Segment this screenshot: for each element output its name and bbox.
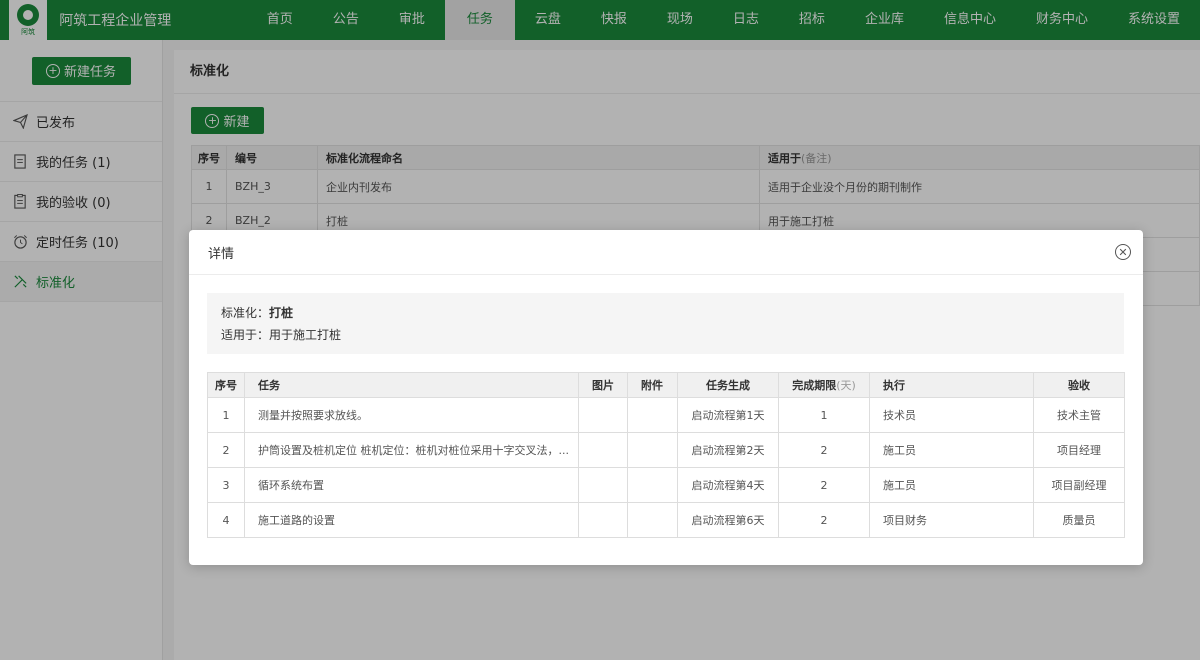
detail-row-acceptance: 项目经理 — [1033, 432, 1125, 468]
detail-row-image — [578, 502, 628, 538]
detail-modal: 详情 ✕ 标准化：打桩 适用于：用于施工打桩 序号 任务 图片 附件 任务生成 … — [189, 230, 1143, 565]
detail-row-image — [578, 432, 628, 468]
info-apply-value: 用于施工打桩 — [269, 328, 342, 342]
detail-table-row[interactable]: 3 循环系统布置 启动流程第4天 2 施工员 项目副经理 — [207, 467, 1125, 503]
detail-row-seq: 2 — [207, 432, 245, 468]
detail-row-generate: 启动流程第4天 — [677, 467, 779, 503]
detail-row-deadline: 1 — [778, 397, 870, 433]
detail-header-attachment: 附件 — [627, 372, 678, 398]
modal-header: 详情 ✕ — [189, 230, 1143, 275]
detail-row-acceptance: 项目副经理 — [1033, 467, 1125, 503]
detail-row-seq: 1 — [207, 397, 245, 433]
detail-row-generate: 启动流程第2天 — [677, 432, 779, 468]
detail-row-deadline: 2 — [778, 432, 870, 468]
detail-row-acceptance: 技术主管 — [1033, 397, 1125, 433]
detail-row-deadline: 2 — [778, 467, 870, 503]
detail-header-executor: 执行 — [869, 372, 1034, 398]
detail-row-seq: 4 — [207, 502, 245, 538]
detail-row-attachment — [627, 432, 678, 468]
detail-row-seq: 3 — [207, 467, 245, 503]
detail-table-row[interactable]: 2 护筒设置及桩机定位 桩机定位：桩机对桩位采用十字交叉法，... 启动流程第2… — [207, 432, 1125, 468]
detail-header-deadline-unit: (天) — [836, 379, 856, 392]
detail-row-attachment — [627, 467, 678, 503]
detail-header-row: 序号 任务 图片 附件 任务生成 完成期限(天) 执行 验收 — [207, 372, 1125, 398]
detail-row-acceptance: 质量员 — [1033, 502, 1125, 538]
info-standard-row: 标准化：打桩 — [221, 302, 1110, 324]
detail-header-deadline: 完成期限(天) — [778, 372, 870, 398]
detail-table-row[interactable]: 1 测量并按照要求放线。 启动流程第1天 1 技术员 技术主管 — [207, 397, 1125, 433]
detail-header-image: 图片 — [578, 372, 628, 398]
info-standard-value: 打桩 — [269, 306, 294, 320]
close-icon[interactable]: ✕ — [1115, 244, 1131, 260]
detail-header-generate: 任务生成 — [677, 372, 779, 398]
detail-row-image — [578, 467, 628, 503]
detail-row-task: 施工道路的设置 — [244, 502, 579, 538]
detail-row-task: 护筒设置及桩机定位 桩机定位：桩机对桩位采用十字交叉法，... — [244, 432, 579, 468]
detail-row-task: 测量并按照要求放线。 — [244, 397, 579, 433]
detail-header-seq: 序号 — [207, 372, 245, 398]
task-detail-table: 序号 任务 图片 附件 任务生成 完成期限(天) 执行 验收 1 测量并按照要求… — [207, 372, 1125, 538]
info-standard-label: 标准化： — [221, 306, 270, 320]
modal-title: 详情 — [208, 246, 235, 262]
detail-row-executor: 项目财务 — [869, 502, 1034, 538]
detail-header-task: 任务 — [244, 372, 579, 398]
detail-row-executor: 施工员 — [869, 432, 1034, 468]
detail-info-box: 标准化：打桩 适用于：用于施工打桩 — [207, 293, 1124, 354]
detail-row-attachment — [627, 502, 678, 538]
detail-row-executor: 技术员 — [869, 397, 1034, 433]
info-apply-row: 适用于：用于施工打桩 — [221, 324, 1110, 346]
detail-row-image — [578, 397, 628, 433]
detail-row-generate: 启动流程第1天 — [677, 397, 779, 433]
detail-row-task: 循环系统布置 — [244, 467, 579, 503]
detail-row-deadline: 2 — [778, 502, 870, 538]
detail-table-row[interactable]: 4 施工道路的设置 启动流程第6天 2 项目财务 质量员 — [207, 502, 1125, 538]
detail-row-executor: 施工员 — [869, 467, 1034, 503]
detail-header-acceptance: 验收 — [1033, 372, 1125, 398]
info-apply-label: 适用于： — [221, 328, 270, 342]
detail-row-generate: 启动流程第6天 — [677, 502, 779, 538]
detail-row-attachment — [627, 397, 678, 433]
detail-header-deadline-label: 完成期限 — [792, 379, 837, 392]
